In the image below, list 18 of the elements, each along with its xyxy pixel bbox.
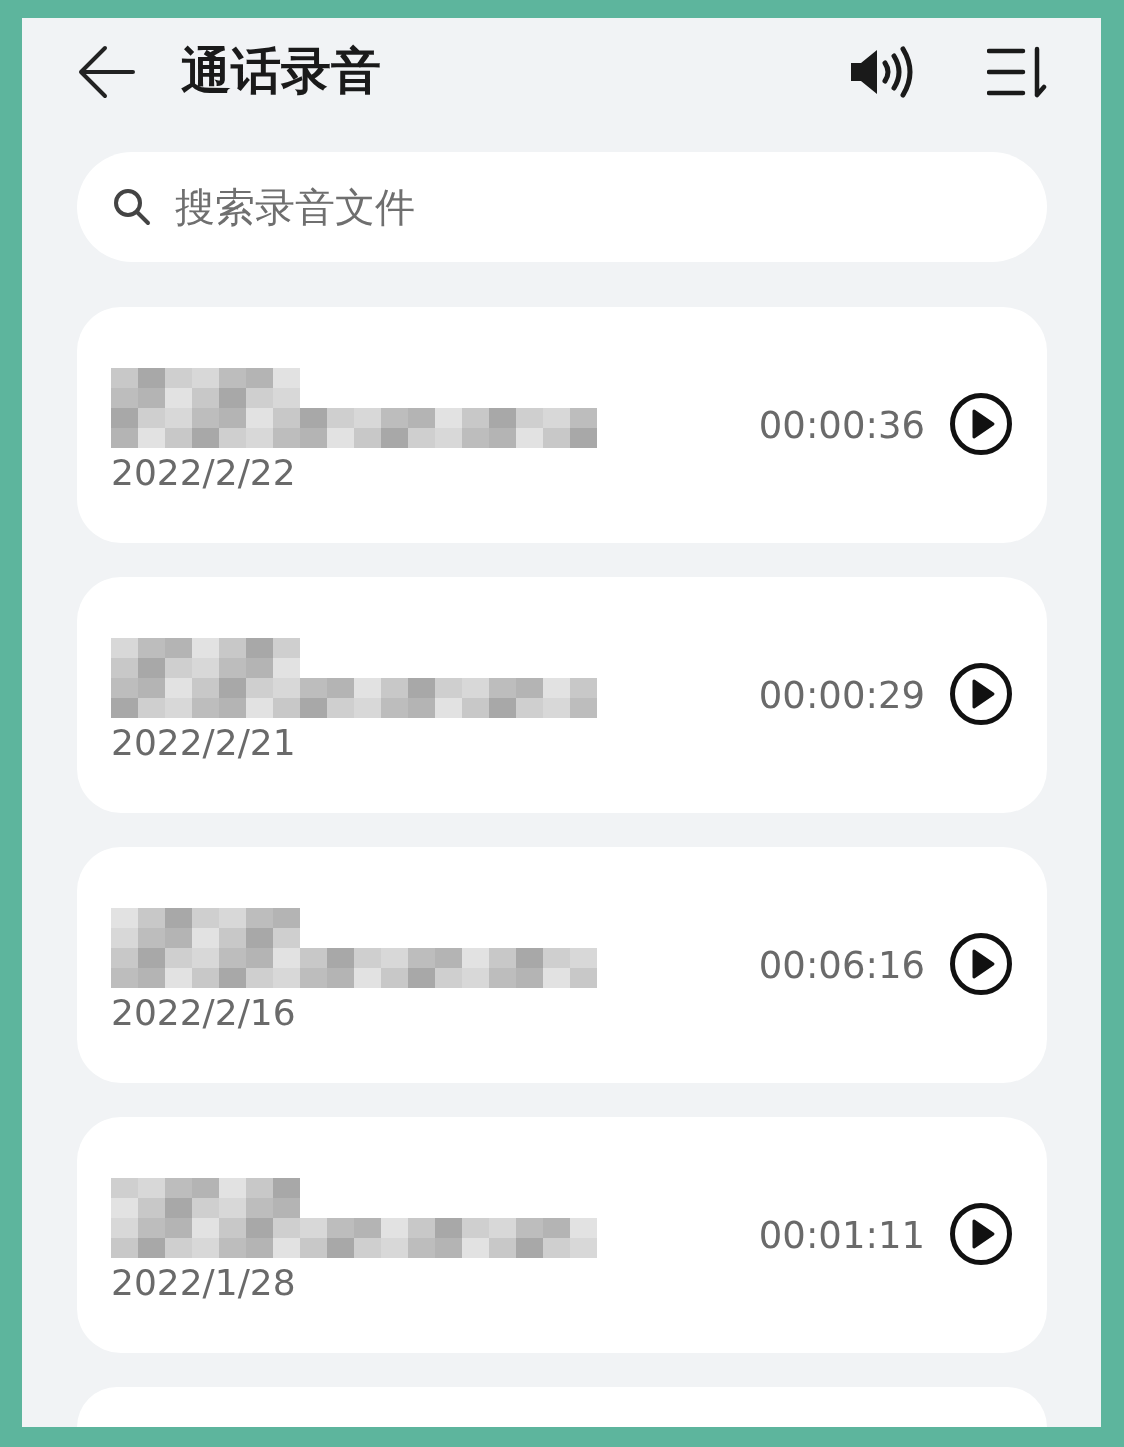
back-arrow-icon[interactable]: [77, 44, 135, 99]
page-title: 通话录音: [181, 41, 382, 102]
recording-card[interactable]: 2022/2/16 00:06:16: [77, 847, 1047, 1083]
recording-card[interactable]: 2022/2/22 00:00:36: [77, 307, 1047, 543]
search-field[interactable]: 搜索录音文件: [77, 152, 1047, 262]
recording-date: 2022/2/22: [111, 451, 297, 493]
recording-duration: 00:00:29: [758, 673, 925, 717]
recording-duration: 00:00:36: [758, 403, 925, 447]
recording-card[interactable]: 2022/2/21 00:00:29: [77, 577, 1047, 813]
search-icon: [113, 188, 151, 226]
recording-date: 2022/2/16: [111, 991, 297, 1033]
recording-duration: 00:01:11: [758, 1213, 925, 1257]
recording-date: 2022/1/28: [111, 1261, 297, 1303]
recording-duration: 00:06:16: [758, 943, 925, 987]
recording-date: 2022/2/21: [111, 721, 297, 763]
speaker-icon[interactable]: [849, 45, 915, 98]
sort-icon[interactable]: [987, 44, 1047, 99]
recording-card[interactable]: 2022/1/28 00:01:11: [77, 1117, 1047, 1353]
